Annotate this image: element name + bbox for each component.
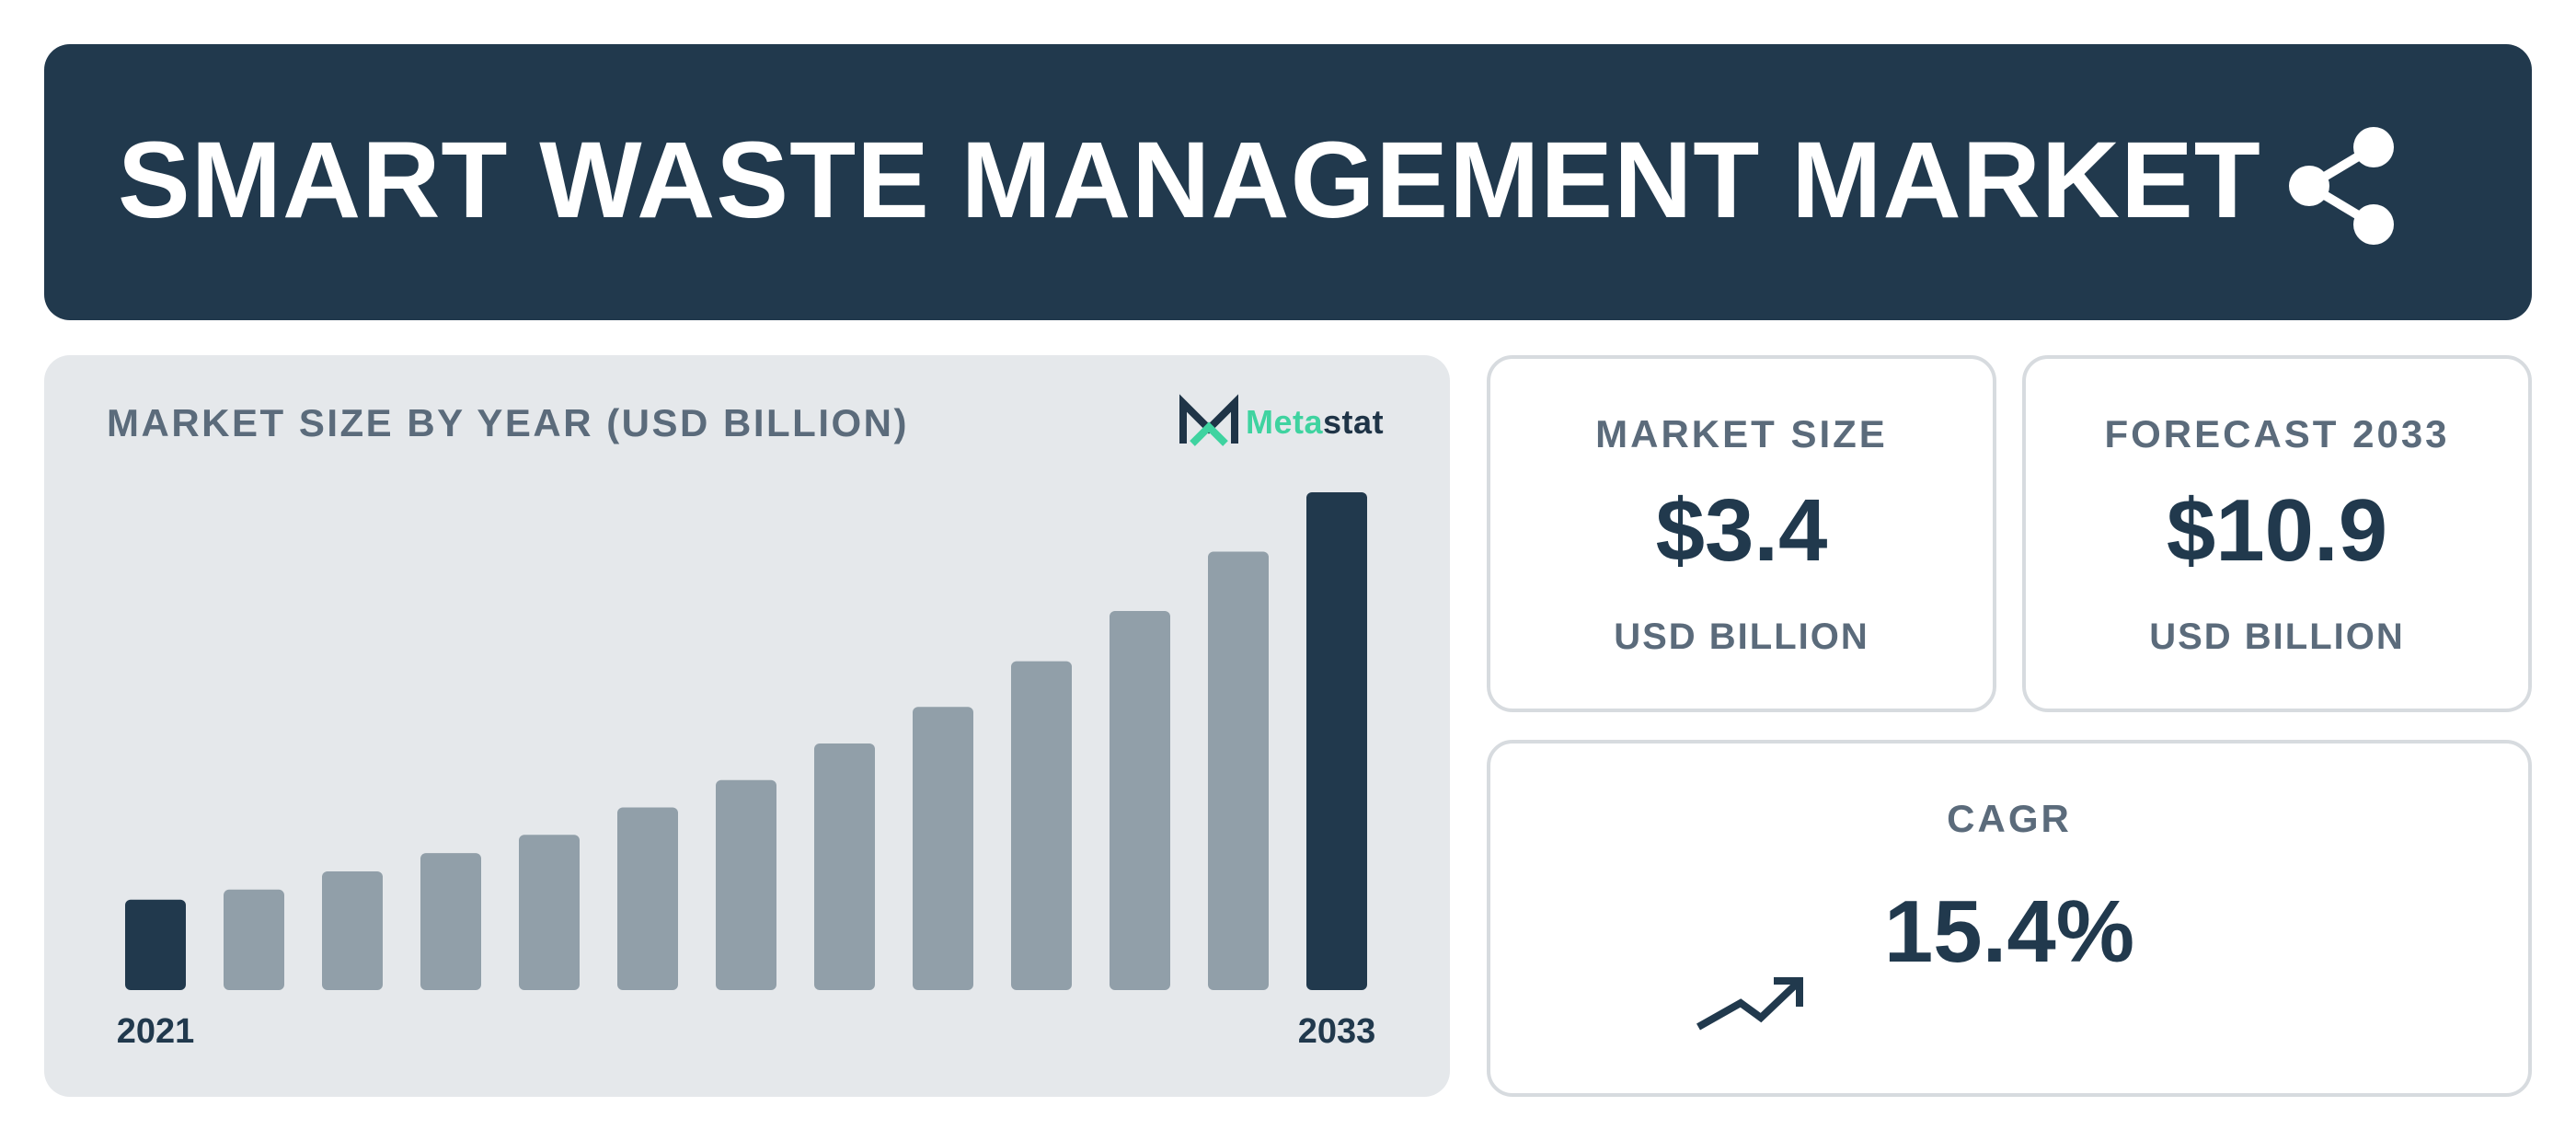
chart-panel: MARKET SIZE BY YEAR (USD BILLION) Metast… [44, 355, 1450, 1097]
bar-chart: 2021 2033 [117, 492, 1376, 1051]
forecast-card: FORECAST 2033 $10.9 USD BILLION [2022, 355, 2532, 712]
market-size-label: MARKET SIZE [1595, 412, 1888, 455]
market-size-value: $3.4 [1655, 481, 1828, 580]
market-size-unit: USD BILLION [1614, 617, 1869, 657]
cagr-card: CAGR 15.4% [1487, 740, 2532, 1097]
bar-2025 [519, 835, 580, 990]
header-banner: SMART WASTE MANAGEMENT MARKET [44, 44, 2532, 320]
forecast-unit: USD BILLION [2149, 617, 2405, 657]
bar-2033 [1306, 492, 1367, 990]
bar-2031 [1110, 611, 1170, 990]
tick-label-2021: 2021 [117, 1012, 195, 1051]
bar-2029 [913, 707, 973, 990]
bar-2024 [420, 853, 481, 990]
bar-2028 [814, 743, 875, 990]
bar-2026 [617, 807, 678, 990]
cagr-label: CAGR [1947, 797, 2072, 840]
bar-2032 [1208, 551, 1269, 990]
bar-2021 [125, 899, 186, 990]
market-size-card: MARKET SIZE $3.4 USD BILLION [1487, 355, 1996, 712]
forecast-label: FORECAST 2033 [2104, 412, 2450, 455]
cagr-value: 15.4% [1883, 882, 2135, 981]
bar-2030 [1011, 661, 1072, 990]
bar-2023 [322, 870, 383, 990]
page-title: SMART WASTE MANAGEMENT MARKET [118, 120, 2261, 241]
bar-2027 [716, 779, 776, 990]
share-icon[interactable] [2271, 114, 2409, 252]
forecast-value: $10.9 [2166, 481, 2388, 580]
tick-label-2033: 2033 [1298, 1012, 1376, 1051]
bar-2022 [224, 889, 284, 990]
